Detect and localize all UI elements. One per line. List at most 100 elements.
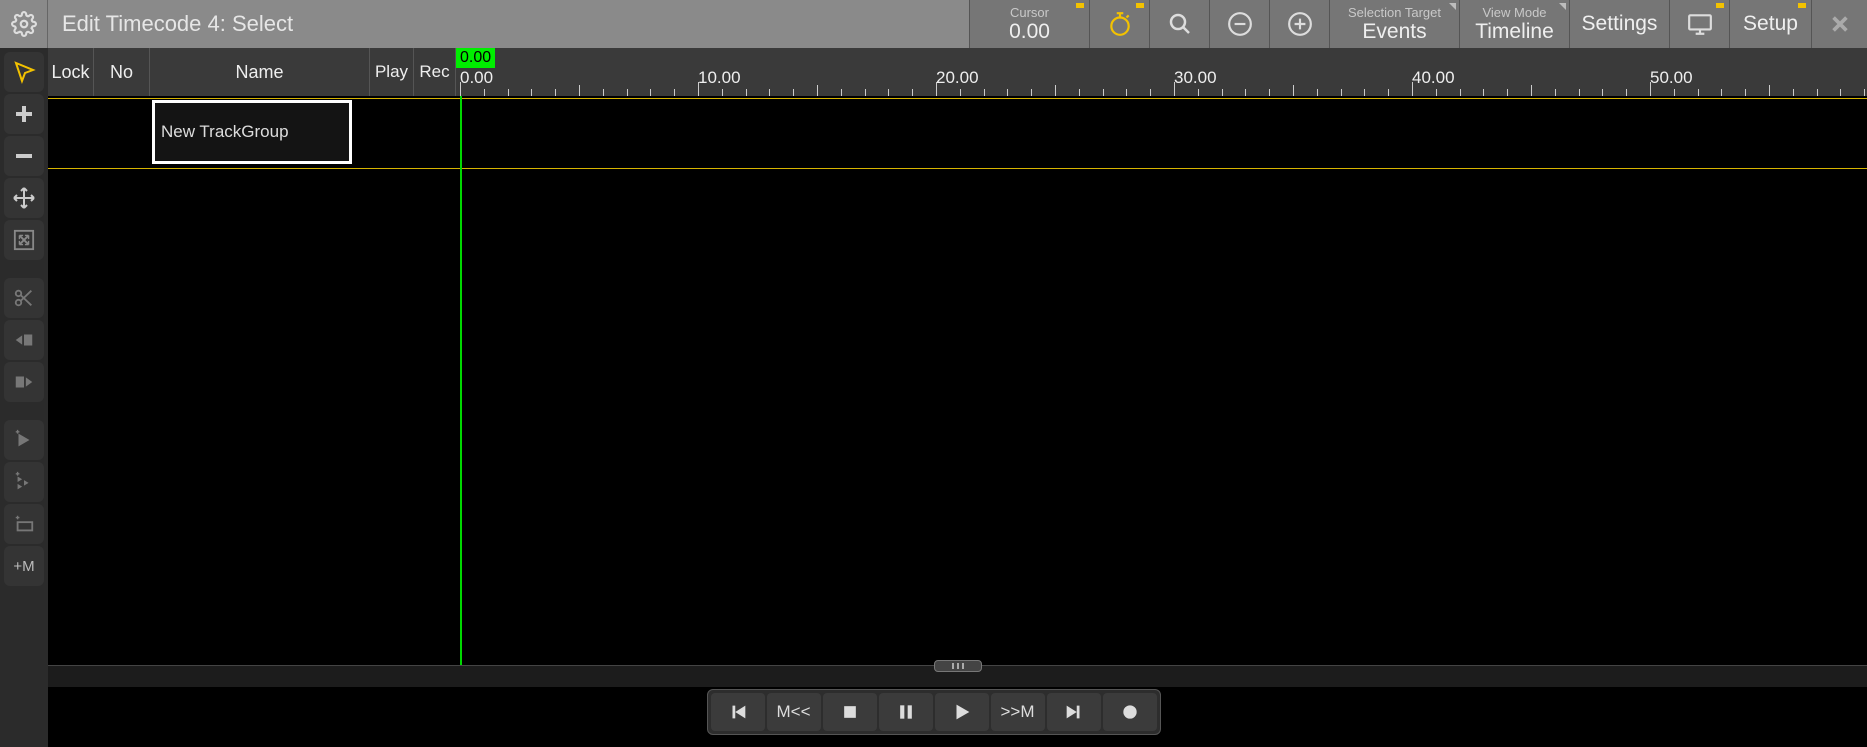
ruler-tick xyxy=(1769,85,1770,96)
ruler-tick xyxy=(1388,89,1389,96)
prev-marker-label: M<< xyxy=(776,702,810,722)
selection-target-dropdown[interactable]: Selection Target Events xyxy=(1329,0,1459,48)
view-mode-dropdown[interactable]: View Mode Timeline xyxy=(1459,0,1569,48)
stop-button[interactable] xyxy=(823,693,877,731)
move-tool[interactable] xyxy=(4,178,44,218)
view-mode-label: View Mode xyxy=(1482,5,1546,20)
ruler-tick xyxy=(1293,85,1294,96)
ruler-tick xyxy=(746,89,747,96)
cut-tool[interactable] xyxy=(4,278,44,318)
add-multi-event-tool[interactable] xyxy=(4,462,44,502)
playhead[interactable] xyxy=(460,96,462,665)
column-no[interactable]: No xyxy=(94,48,150,96)
stopwatch-toggle[interactable] xyxy=(1089,0,1149,48)
zoom-out-button[interactable] xyxy=(1209,0,1269,48)
transport-controls: M<< >>M xyxy=(707,689,1161,735)
insert-before-tool[interactable] xyxy=(4,320,44,360)
track-group-name: New TrackGroup xyxy=(161,122,289,142)
add-event-tool[interactable] xyxy=(4,420,44,460)
next-marker-label: >>M xyxy=(1000,702,1034,722)
ruler-tick xyxy=(1817,89,1818,96)
track-area[interactable]: New TrackGroup xyxy=(48,96,1867,665)
ruler-tick xyxy=(1222,89,1223,96)
settings-button[interactable]: Settings xyxy=(1569,0,1669,48)
remove-tool[interactable] xyxy=(4,136,44,176)
ruler-tick xyxy=(1198,89,1199,96)
monitor-button[interactable] xyxy=(1669,0,1729,48)
ruler-tick xyxy=(1626,89,1627,96)
resize-tool[interactable] xyxy=(4,220,44,260)
column-lock[interactable]: Lock xyxy=(48,48,94,96)
search-icon xyxy=(1168,12,1192,36)
plus-circle-icon xyxy=(1287,11,1313,37)
horizontal-scrollbar[interactable] xyxy=(48,665,1867,687)
ruler-label: 10.00 xyxy=(698,68,741,88)
ruler-tick xyxy=(579,85,580,96)
select-tool[interactable] xyxy=(4,52,44,92)
next-marker-button[interactable]: >>M xyxy=(991,693,1045,731)
ruler-tick xyxy=(650,89,651,96)
cursor-readout[interactable]: Cursor 0.00 xyxy=(969,0,1089,48)
expand-icon xyxy=(13,229,35,251)
column-play[interactable]: Play xyxy=(370,48,414,96)
ruler-tick xyxy=(1150,89,1151,96)
play-button[interactable] xyxy=(935,693,989,731)
ruler-tick xyxy=(1436,89,1437,96)
time-ruler[interactable]: 0.00 0.0010.0020.0030.0040.0050.00 xyxy=(456,48,1867,96)
ruler-tick xyxy=(531,89,532,96)
ruler-tick xyxy=(698,82,699,96)
skip-start-button[interactable] xyxy=(711,693,765,731)
ruler-tick xyxy=(674,89,675,96)
close-button[interactable] xyxy=(1811,0,1867,48)
ruler-tick xyxy=(1126,89,1127,96)
ruler-tick xyxy=(508,89,509,96)
track-group[interactable]: New TrackGroup xyxy=(152,100,352,164)
ruler-tick xyxy=(1483,89,1484,96)
ruler-label: 30.00 xyxy=(1174,68,1217,88)
gear-icon[interactable] xyxy=(0,0,48,48)
close-icon xyxy=(1829,13,1851,35)
window-title: Edit Timecode 4: Select xyxy=(48,0,307,48)
add-tool[interactable] xyxy=(4,94,44,134)
events-plus-icon xyxy=(13,471,35,493)
record-icon xyxy=(1120,702,1140,722)
ruler-tick xyxy=(1840,89,1841,96)
ruler-tick xyxy=(769,89,770,96)
add-track-tool[interactable] xyxy=(4,504,44,544)
cursor-label: Cursor xyxy=(1010,5,1049,20)
insert-after-tool[interactable] xyxy=(4,362,44,402)
cursor-value: 0.00 xyxy=(1009,20,1050,44)
ruler-tick xyxy=(1007,89,1008,96)
ruler-tick xyxy=(1317,89,1318,96)
skip-end-button[interactable] xyxy=(1047,693,1101,731)
move-icon xyxy=(12,186,36,210)
view-mode-value: Timeline xyxy=(1475,20,1554,44)
ruler-tick xyxy=(1555,89,1556,96)
ruler-tick xyxy=(793,89,794,96)
ruler-tick xyxy=(936,82,937,96)
add-marker-tool[interactable]: +M xyxy=(4,546,44,586)
track-column-header: Lock No Name Play Rec 0.00 0.0010.0020.0… xyxy=(48,48,1867,96)
prev-marker-button[interactable]: M<< xyxy=(767,693,821,731)
zoom-in-button[interactable] xyxy=(1269,0,1329,48)
zoom-search-button[interactable] xyxy=(1149,0,1209,48)
ruler-tick xyxy=(1864,89,1865,96)
ruler-start-marker: 0.00 xyxy=(456,48,495,68)
ruler-tick xyxy=(1269,89,1270,96)
left-toolbar: +M xyxy=(0,48,48,747)
ruler-tick xyxy=(1460,89,1461,96)
scroll-grip[interactable] xyxy=(934,660,982,672)
column-name[interactable]: Name xyxy=(150,48,370,96)
setup-button[interactable]: Setup xyxy=(1729,0,1811,48)
pause-button[interactable] xyxy=(879,693,933,731)
ruler-tick xyxy=(460,82,461,96)
minus-icon xyxy=(12,144,36,168)
play-plus-icon xyxy=(13,429,35,451)
record-button[interactable] xyxy=(1103,693,1157,731)
cursor-icon xyxy=(12,60,36,84)
column-rec[interactable]: Rec xyxy=(414,48,456,96)
ruler-tick xyxy=(484,89,485,96)
ruler-tick xyxy=(1721,89,1722,96)
ruler-tick xyxy=(603,89,604,96)
setup-label: Setup xyxy=(1743,12,1798,36)
